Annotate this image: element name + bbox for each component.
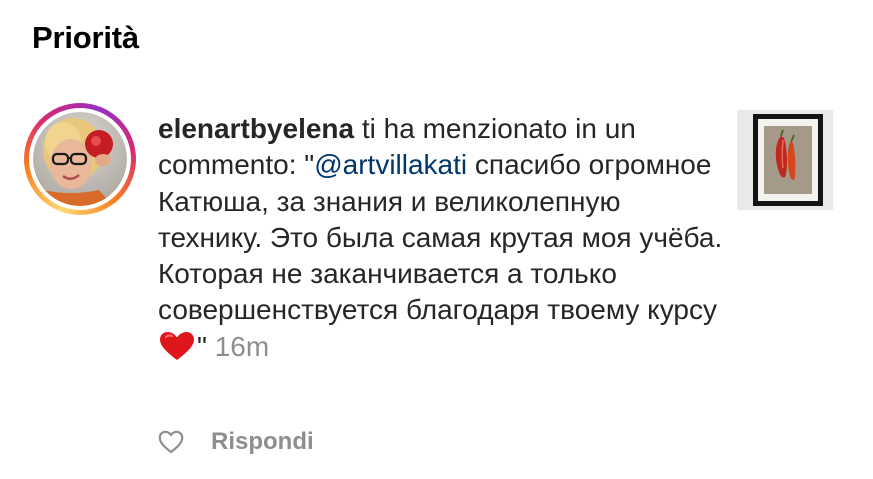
heart-outline-icon[interactable] <box>158 429 184 455</box>
closing-quote: " <box>197 330 207 362</box>
username-link[interactable]: elenartbyelena <box>158 113 354 144</box>
avatar-ring-gap <box>29 108 131 210</box>
avatar-story-ring[interactable] <box>24 103 136 215</box>
reply-button[interactable]: Rispondi <box>211 428 314 456</box>
notification-actions: Rispondi <box>158 424 314 460</box>
timestamp: 16m <box>214 330 270 362</box>
section-title: Priorità <box>32 20 139 55</box>
mention-notification[interactable]: elenartbyelena ti ha menzionato in un co… <box>24 103 854 362</box>
mention-link[interactable]: @artvillakati <box>314 149 467 180</box>
framed-peppers-image <box>737 110 833 210</box>
notification-text: elenartbyelena ti ha menzionato in un co… <box>158 111 728 365</box>
red-heart-icon <box>160 331 194 360</box>
post-thumbnail[interactable] <box>737 110 833 210</box>
avatar[interactable] <box>33 112 127 206</box>
